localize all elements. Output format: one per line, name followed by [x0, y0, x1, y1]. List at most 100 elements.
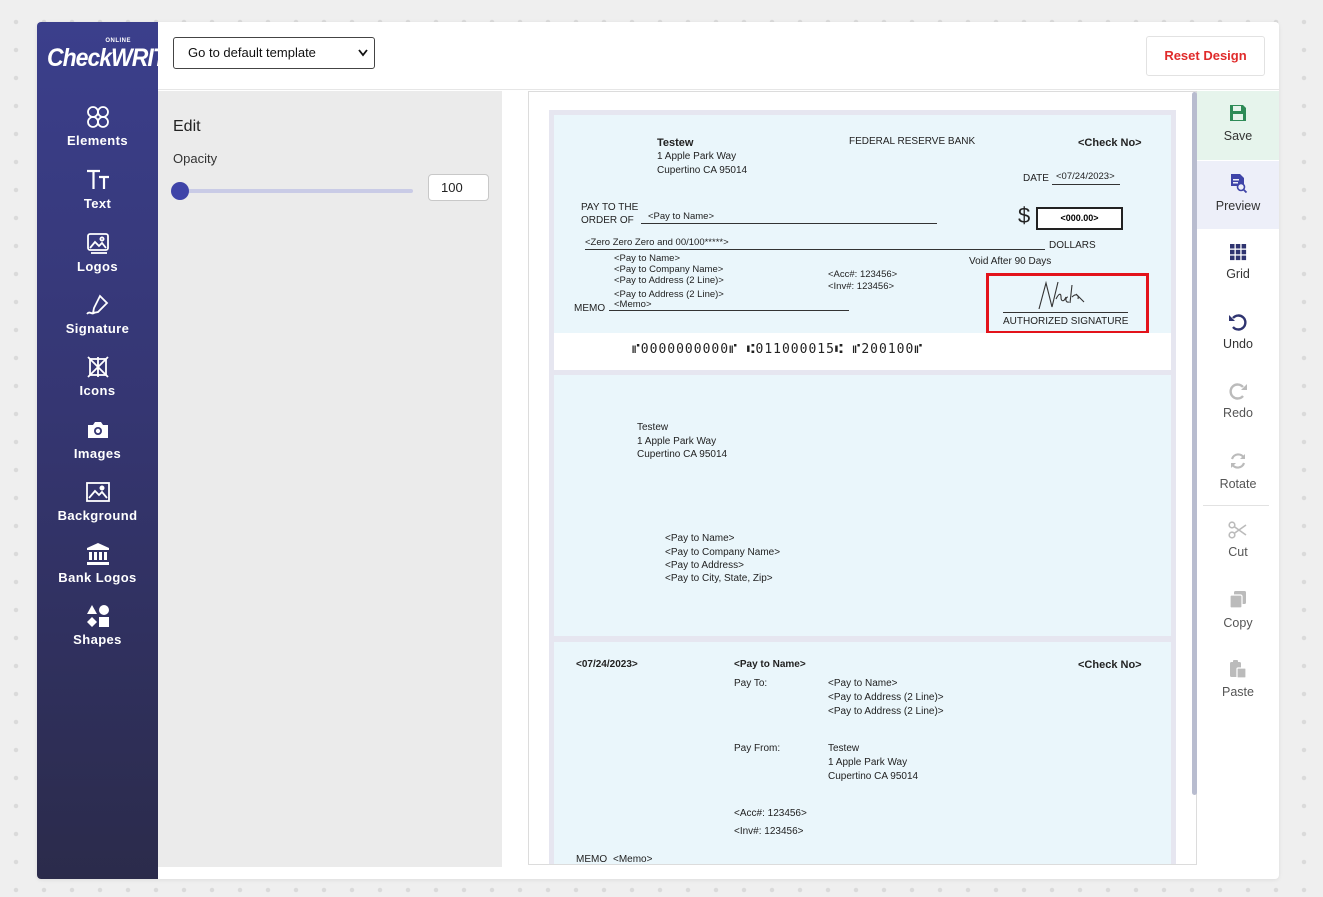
payer-address-1[interactable]: 1 Apple Park Way — [657, 151, 736, 162]
sidebar-item-background[interactable]: Background — [37, 479, 158, 523]
sidebar-item-logos[interactable]: Logos — [37, 230, 158, 274]
scissors-icon — [1228, 521, 1247, 539]
stub-acc-number[interactable]: <Acc#: 123456> — [734, 808, 807, 819]
micr-line[interactable]: ⑈0000000000⑈ ⑆011000015⑆ ⑈200100⑈ — [632, 342, 923, 357]
date-value[interactable]: <07/24/2023> — [1056, 171, 1115, 182]
amount-words[interactable]: <Zero Zero Zero and 00/100*****> — [585, 237, 729, 248]
stub-date[interactable]: <07/24/2023> — [576, 659, 638, 670]
sidebar-item-label: Background — [57, 508, 138, 523]
address-panel[interactable]: Testew 1 Apple Park Way Cupertino CA 950… — [554, 375, 1171, 636]
grid-button[interactable]: Grid — [1197, 243, 1279, 281]
stub-check-number[interactable]: <Check No> — [1078, 659, 1142, 671]
sender-address-2[interactable]: Cupertino CA 95014 — [637, 449, 727, 460]
sidebar-item-label: Images — [73, 446, 122, 461]
edit-title: Edit — [173, 118, 201, 135]
copy-button[interactable]: Copy — [1197, 590, 1279, 630]
copy-icon — [1229, 591, 1246, 609]
bank-name[interactable]: FEDERAL RESERVE BANK — [849, 136, 975, 147]
stub-pay-to-address-2[interactable]: <Pay to Address (2 Line)> — [828, 706, 944, 717]
sender-address-1[interactable]: 1 Apple Park Way — [637, 436, 716, 447]
app-window: ONLINE CheckWRITER Elements Text Logos S… — [37, 22, 1279, 879]
stub-memo-value[interactable]: <Memo> — [613, 854, 652, 864]
payer-address-2[interactable]: Cupertino CA 95014 — [657, 165, 747, 176]
save-label: Save — [1223, 129, 1253, 143]
pay-to-label-2: ORDER OF — [581, 215, 634, 226]
text-icon — [86, 169, 109, 189]
sidebar-item-label: Logos — [77, 259, 118, 274]
pay-to-label-1: PAY TO THE — [581, 202, 639, 213]
stub-pay-to-address-1[interactable]: <Pay to Address (2 Line)> — [828, 692, 944, 703]
sidebar-item-label: Elements — [66, 133, 128, 148]
sidebar-item-label: Icons — [79, 383, 116, 398]
toolbar-divider — [1203, 505, 1269, 506]
background-icon — [85, 482, 110, 502]
paste-icon — [1230, 660, 1247, 679]
dollar-sign: $ — [1018, 203, 1031, 228]
address-line-1[interactable]: <Pay to Address (2 Line)> — [614, 275, 724, 286]
authorized-signature: AUTHORIZED SIGNATURE — [1003, 316, 1129, 327]
preview-icon — [1231, 174, 1248, 193]
sidebar-item-elements[interactable]: Elements — [37, 104, 158, 148]
rotate-button[interactable]: Rotate — [1197, 451, 1279, 491]
camera-icon — [87, 422, 108, 438]
memo-value[interactable]: <Memo> — [614, 299, 652, 310]
undo-label: Undo — [1223, 337, 1253, 351]
right-toolbar: Save Preview Grid Undo Redo Rotate Cut C… — [1197, 91, 1279, 867]
payer-name[interactable]: Testew — [657, 137, 693, 149]
memo-line — [609, 310, 849, 311]
opacity-slider-thumb[interactable] — [171, 182, 189, 200]
cut-label: Cut — [1228, 545, 1248, 559]
signature-selection[interactable]: AUTHORIZED SIGNATURE — [986, 273, 1149, 334]
brand-logo[interactable]: ONLINE CheckWRITER — [47, 38, 197, 84]
check-panel[interactable]: Testew 1 Apple Park Way Cupertino CA 950… — [554, 115, 1171, 370]
stub-pay-to-label: Pay To: — [734, 678, 768, 689]
recipient-company[interactable]: <Pay to Company Name> — [665, 547, 780, 558]
paste-button[interactable]: Paste — [1197, 659, 1279, 699]
redo-label: Redo — [1223, 406, 1253, 420]
undo-button[interactable]: Undo — [1197, 313, 1279, 351]
opacity-slider-track[interactable] — [180, 189, 413, 193]
check-document: Testew 1 Apple Park Way Cupertino CA 950… — [549, 110, 1176, 864]
sidebar-item-text[interactable]: Text — [37, 167, 158, 211]
dollars-label: DOLLARS — [1049, 240, 1096, 251]
recipient-name[interactable]: <Pay to Name> — [665, 533, 734, 544]
design-canvas[interactable]: Testew 1 Apple Park Way Cupertino CA 950… — [528, 91, 1197, 865]
rotate-icon — [1230, 453, 1246, 469]
undo-icon — [1229, 314, 1247, 331]
stub-from-address-2[interactable]: Cupertino CA 95014 — [828, 771, 918, 782]
memo-label: MEMO — [574, 303, 606, 314]
recipient-city[interactable]: <Pay to City, State, Zip> — [665, 573, 773, 584]
sidebar-item-images[interactable]: Images — [37, 417, 158, 461]
address-pay-to-name[interactable]: <Pay to Name> — [614, 253, 680, 264]
sidebar: ONLINE CheckWRITER Elements Text Logos S… — [37, 22, 197, 879]
opacity-input[interactable]: 100 — [428, 174, 489, 201]
redo-button[interactable]: Redo — [1197, 382, 1279, 420]
inv-number[interactable]: <Inv#: 123456> — [828, 281, 894, 292]
void-after[interactable]: Void After 90 Days — [969, 256, 1051, 267]
recipient-address[interactable]: <Pay to Address> — [665, 560, 744, 571]
stub-pay-to-name-2[interactable]: <Pay to Name> — [828, 678, 897, 689]
acc-number[interactable]: <Acc#: 123456> — [828, 269, 897, 280]
pay-to-name[interactable]: <Pay to Name> — [648, 211, 714, 222]
address-company[interactable]: <Pay to Company Name> — [614, 264, 723, 275]
stub-inv-number[interactable]: <Inv#: 123456> — [734, 826, 804, 837]
amount-box[interactable]: <000.00> — [1036, 207, 1123, 230]
sender-name[interactable]: Testew — [637, 422, 668, 433]
stub-from-address-1[interactable]: 1 Apple Park Way — [828, 757, 907, 768]
stub-from-name[interactable]: Testew — [828, 743, 859, 754]
preview-button[interactable]: Preview — [1197, 161, 1279, 229]
cut-button[interactable]: Cut — [1197, 521, 1279, 559]
sidebar-item-signature[interactable]: Signature — [37, 292, 158, 336]
save-button[interactable]: Save — [1197, 91, 1279, 160]
stub-pay-to-name[interactable]: <Pay to Name> — [734, 659, 806, 670]
sidebar-item-bank-logos[interactable]: Bank Logos — [37, 541, 158, 585]
template-select[interactable]: Go to default template — [173, 37, 375, 69]
reset-design-button[interactable]: Reset Design — [1146, 36, 1265, 76]
stub-panel[interactable]: <07/24/2023> <Pay to Name> <Check No> Pa… — [554, 642, 1171, 864]
sidebar-item-shapes[interactable]: Shapes — [37, 603, 158, 647]
check-number[interactable]: <Check No> — [1078, 137, 1142, 149]
grid-icon — [1230, 244, 1247, 261]
date-label: DATE — [1023, 173, 1049, 184]
bank-icon — [86, 543, 109, 565]
sidebar-item-icons[interactable]: Icons — [37, 354, 158, 398]
